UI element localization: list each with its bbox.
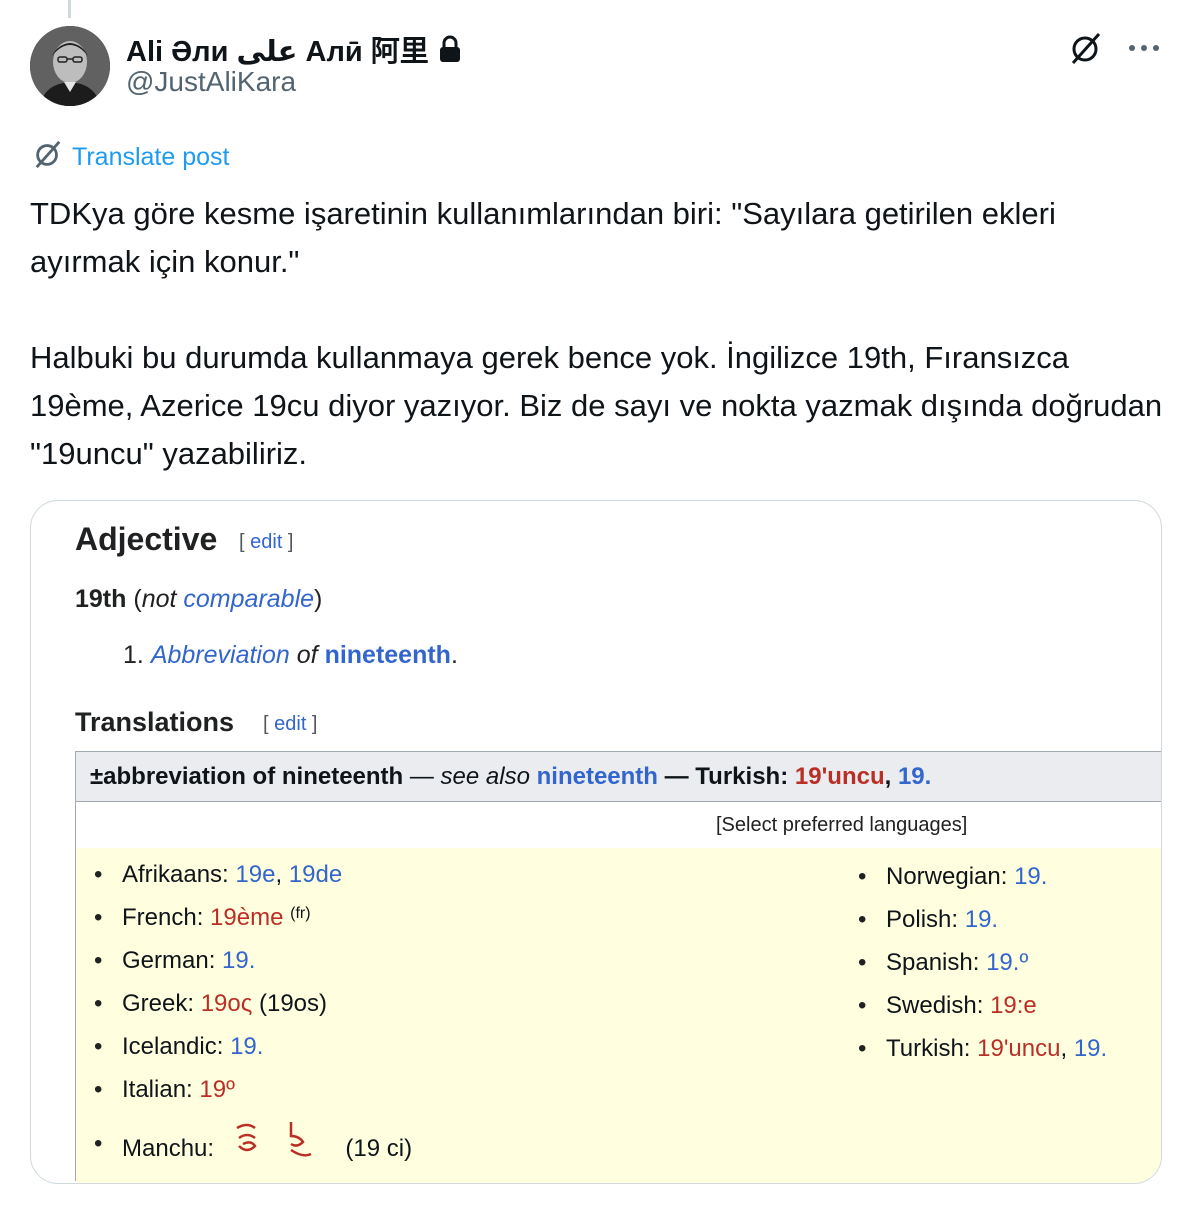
translation-item: German: 19. [94,946,412,989]
language-name: German: [122,947,216,974]
grok-icon[interactable] [1068,30,1104,66]
translation-link[interactable]: 19.º [986,949,1028,976]
translation-link[interactable]: 19. [1074,1035,1107,1062]
manchu-script-glyphs[interactable] [233,1118,317,1181]
language-name: Afrikaans: [122,861,229,888]
post-text: TDKya göre kesme işaretinin kullanımları… [30,196,1163,471]
translate-icon [32,138,64,177]
attached-image[interactable]: Adjective [ edit ] 19th (not comparable)… [30,500,1162,1184]
translations-left-column: Afrikaans: 19e, 19de French: 19ème (fr) … [94,860,412,1170]
translation-item: Italian: 19º [94,1075,412,1118]
definition-number: 1. [123,641,144,669]
translation-link[interactable]: 19. [1014,863,1047,890]
adjective-heading: Adjective [75,521,218,557]
author-handle[interactable]: @JustAliKara [126,66,296,98]
post-actions [1068,30,1162,66]
translations-edit-link[interactable]: [ edit ] [263,713,318,736]
translation-redlink[interactable]: 19ème [210,904,283,931]
translation-item: Manchu: (19 ci) [94,1118,412,1170]
translation-item: Turkish: 19'uncu, 19. [858,1034,1107,1077]
language-name: Manchu: [122,1134,215,1162]
translation-item: Icelandic: 19. [94,1032,412,1075]
language-name: Spanish: [886,949,980,976]
language-name: Swedish: [886,992,984,1019]
headword-line: 19th (not comparable) [75,585,323,613]
definition-line: 1. Abbreviation of nineteenth. [123,641,458,669]
translate-label: Translate post [72,143,230,171]
translation-item: French: 19ème (fr) [94,903,412,946]
transliteration: (19 ci) [345,1134,413,1162]
language-name: Polish: [886,906,959,933]
gloss-text: ±abbreviation of nineteenth [90,763,404,790]
translation-link[interactable]: 19. [222,947,255,974]
author-name-text: Ali Әли علی Алӣ 阿里 [126,36,429,68]
translation-item: Greek: 19ος (19os) [94,989,412,1032]
translation-redlink[interactable]: 19'uncu [977,1035,1060,1062]
translate-post-link[interactable]: Translate post [32,138,229,177]
translations-table: ±abbreviation of nineteenth — see also n… [75,751,1161,1183]
translation-link[interactable]: 19. [965,906,998,933]
nineteenth-link[interactable]: nineteenth [325,641,451,669]
translation-item: Polish: 19. [858,905,1107,948]
adjective-edit-link[interactable]: [ edit ] [239,531,294,554]
language-name: Greek: [122,990,195,1017]
language-name: French: [122,904,204,931]
of-label: of [296,641,318,669]
translation-link[interactable]: 19de [289,861,342,888]
language-name: Icelandic: [122,1033,224,1060]
comparable-link[interactable]: comparable [183,585,314,613]
translation-redlink[interactable]: 19º [199,1076,234,1103]
translation-redlink[interactable]: 19:e [990,992,1037,1019]
author-display-name[interactable]: Ali Әли علی Алӣ 阿里 [126,28,463,70]
translation-item: Norwegian: 19. [858,862,1107,905]
translation-link[interactable]: 19. [230,1033,263,1060]
thread-connector [68,0,71,18]
select-languages-link[interactable]: [Select preferred languages] [716,814,967,837]
translations-body: Afrikaans: 19e, 19de French: 19ème (fr) … [76,848,1161,1183]
translations-right-column: Norwegian: 19. Polish: 19. Spanish: 19.º… [858,862,1107,1077]
see-also-label: see also [440,763,530,790]
not-label: not [141,585,177,613]
translation-redlink[interactable]: 19ος [201,990,253,1017]
translations-table-header[interactable]: ±abbreviation of nineteenth — see also n… [76,752,1161,802]
translation-item: Afrikaans: 19e, 19de [94,860,412,903]
translation-item: Spanish: 19.º [858,948,1107,991]
turkish-redlink[interactable]: 19'uncu [795,763,885,790]
language-name: Turkish: [886,1035,971,1062]
edit-link-text[interactable]: edit [250,531,282,553]
avatar[interactable] [30,26,110,106]
turkish-link[interactable]: 19. [898,763,931,790]
headword: 19th [75,585,127,613]
language-name: Norwegian: [886,863,1008,890]
more-icon[interactable] [1126,30,1162,66]
edit-link-text[interactable]: edit [274,713,306,735]
language-name: Italian: [122,1076,193,1103]
translation-link[interactable]: 19e [235,861,275,888]
see-also-link[interactable]: nineteenth [537,763,658,790]
turkish-label: Turkish: [695,763,789,790]
abbreviation-link[interactable]: Abbreviation [151,641,290,669]
language-code-sup[interactable]: (fr) [290,905,310,922]
translations-heading: Translations [75,707,235,737]
transliteration: (19os) [258,990,328,1017]
lock-icon [437,34,463,64]
translation-item: Swedish: 19:e [858,991,1107,1034]
